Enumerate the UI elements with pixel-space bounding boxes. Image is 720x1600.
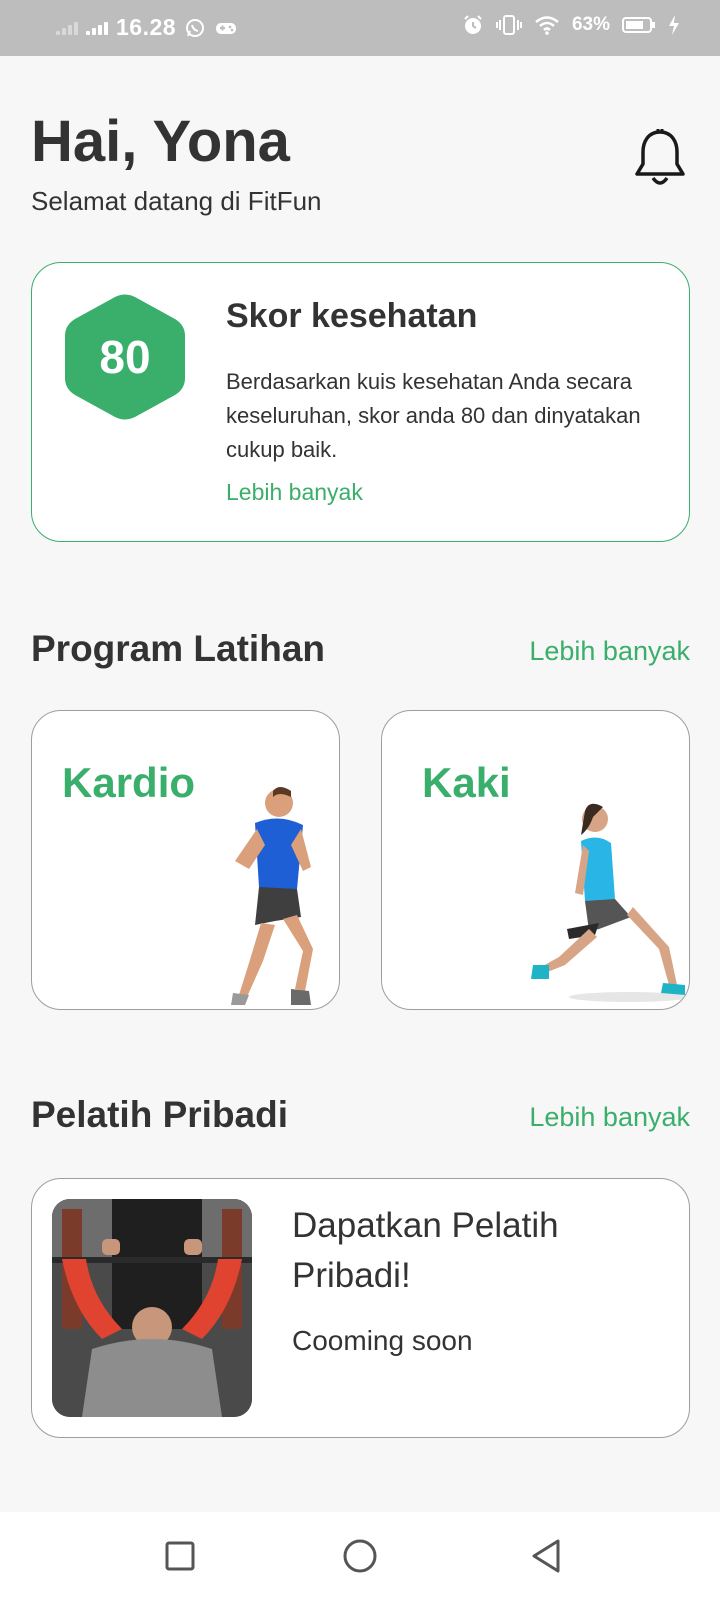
signal-icon [56,21,78,35]
health-score-card[interactable]: 80 Skor kesehatan Berdasarkan kuis keseh… [31,262,690,542]
vibrate-icon [495,15,522,35]
health-score-title: Skor kesehatan [226,297,478,335]
program-card-label: Kardio [62,759,196,806]
program-card-kaki[interactable]: Kaki [381,710,690,1010]
trainer-card-title: Dapatkan Pelatih Pribadi! [292,1206,559,1295]
alarm-icon [464,15,482,34]
signal-icon [86,21,108,35]
welcome-subtitle: Selamat datang di FitFun [31,186,322,216]
back-button[interactable] [522,1532,570,1580]
back-icon [532,1539,560,1573]
battery-icon [622,17,655,33]
charging-icon [669,15,679,35]
health-score-more-link[interactable]: Lebih banyak [226,479,363,506]
program-card-label: Kaki [422,759,511,806]
system-nav-bar [0,1512,720,1600]
recent-apps-icon [165,1541,195,1571]
battery-percent: 63% [571,14,610,35]
trainer-card[interactable]: Dapatkan Pelatih Pribadi! Cooming soon [31,1178,690,1438]
program-section-title: Program Latihan [31,628,325,669]
home-button[interactable] [336,1532,384,1580]
trainer-photo [52,1199,252,1417]
trainer-more-link[interactable]: Lebih banyak [529,1102,690,1133]
whatsapp-icon [186,18,205,37]
game-controller-icon [216,22,237,34]
status-bar-left: 16.28 [56,14,238,41]
health-score-value: 80 [99,331,151,383]
trainer-card-subtitle: Cooming soon [292,1325,473,1356]
bench-press-image [52,1199,252,1417]
home-icon [343,1539,377,1573]
status-time: 16.28 [116,14,177,40]
health-score-description: Berdasarkan kuis kesehatan Anda secara k… [226,369,641,462]
recent-apps-button[interactable] [156,1532,204,1580]
status-bar: 16.28 63% [0,0,720,56]
status-bar-right: 63% [462,14,680,36]
program-card-kardio[interactable]: Kardio [31,710,340,1010]
program-more-link[interactable]: Lebih banyak [529,636,690,667]
score-hexagon: 80 [63,293,187,421]
bell-icon[interactable] [632,128,688,190]
running-man-image [231,787,313,1005]
lunge-woman-image [531,803,689,1002]
greeting-title: Hai, Yona [31,109,290,174]
trainer-section-title: Pelatih Pribadi [31,1094,289,1135]
wifi-icon [535,16,559,35]
